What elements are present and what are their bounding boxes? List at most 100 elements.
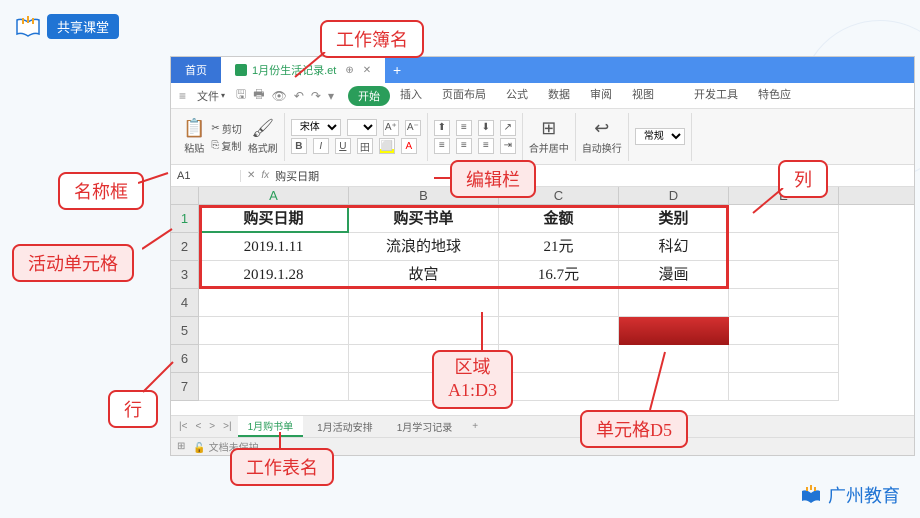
align-top-button[interactable]: ⬆: [434, 120, 450, 136]
redo-icon[interactable]: ↷: [309, 89, 323, 103]
align-right-button[interactable]: ≡: [478, 138, 494, 154]
sheet-nav-next[interactable]: >: [207, 421, 217, 432]
menu-view[interactable]: 视图: [622, 86, 664, 106]
home-tab[interactable]: 首页: [171, 57, 221, 83]
menu-insert[interactable]: 插入: [390, 86, 432, 106]
cell-b3[interactable]: 故宫: [349, 261, 499, 289]
font-color-button[interactable]: A: [401, 138, 417, 154]
number-format-select[interactable]: 常规: [635, 128, 685, 145]
menu-dev[interactable]: 开发工具: [684, 86, 748, 106]
align-bottom-button[interactable]: ⬇: [478, 120, 494, 136]
menu-review[interactable]: 审阅: [580, 86, 622, 106]
menu-start[interactable]: 开始: [348, 86, 390, 106]
cell-e6[interactable]: [729, 345, 839, 373]
decrease-font-button[interactable]: A⁻: [405, 120, 421, 136]
cell-e5[interactable]: [729, 317, 839, 345]
row-header-5[interactable]: 5: [171, 317, 199, 345]
cell-b1[interactable]: 购买书单: [349, 205, 499, 233]
indent-button[interactable]: ⇥: [500, 138, 516, 154]
copy-button[interactable]: ⎘ 复制: [211, 138, 241, 153]
fx-cancel-icon[interactable]: ✕: [247, 170, 255, 181]
underline-button[interactable]: U: [335, 138, 351, 154]
cut-button[interactable]: ✂ 剪切: [211, 121, 241, 136]
paste-button[interactable]: 📋粘贴: [183, 118, 205, 155]
font-name-select[interactable]: 宋体: [291, 119, 341, 136]
cell-c7[interactable]: [499, 373, 619, 401]
font-size-select[interactable]: 1: [347, 119, 377, 136]
cell-a7[interactable]: [199, 373, 349, 401]
status-grid-icon[interactable]: ⊞: [177, 441, 185, 452]
name-box[interactable]: A1: [171, 170, 241, 182]
cell-a2[interactable]: 2019.1.11: [199, 233, 349, 261]
sheet-nav-prev[interactable]: <: [193, 421, 203, 432]
preview-icon[interactable]: 👁: [270, 89, 289, 103]
align-middle-button[interactable]: ≡: [456, 120, 472, 136]
formula-input[interactable]: 购买日期: [275, 168, 319, 184]
menu-special[interactable]: 特色应: [748, 86, 801, 106]
tab-pin-icon[interactable]: ⊕: [345, 65, 353, 76]
cell-a1[interactable]: 购买日期: [199, 205, 349, 233]
fx-icon[interactable]: fx: [261, 170, 269, 181]
tab-close-icon[interactable]: ✕: [363, 65, 371, 76]
cell-c2[interactable]: 21元: [499, 233, 619, 261]
select-all-corner[interactable]: [171, 187, 199, 204]
menu-layout[interactable]: 页面布局: [432, 86, 496, 106]
col-header-d[interactable]: D: [619, 187, 729, 204]
cell-e7[interactable]: [729, 373, 839, 401]
cell-c4[interactable]: [499, 289, 619, 317]
undo-icon[interactable]: ↶: [292, 89, 306, 103]
italic-button[interactable]: I: [313, 138, 329, 154]
cell-d3[interactable]: 漫画: [619, 261, 729, 289]
d5-fill-highlight: [619, 317, 729, 345]
auto-wrap-button[interactable]: ↩自动换行: [582, 118, 622, 155]
add-sheet-button[interactable]: +: [466, 421, 484, 432]
border-button[interactable]: 田: [357, 138, 373, 154]
cell-a6[interactable]: [199, 345, 349, 373]
cell-a5[interactable]: [199, 317, 349, 345]
align-left-button[interactable]: ≡: [434, 138, 450, 154]
align-center-button[interactable]: ≡: [456, 138, 472, 154]
top-logo-label: 共享课堂: [47, 14, 119, 39]
cell-c3[interactable]: 16.7元: [499, 261, 619, 289]
book-icon: [15, 16, 41, 38]
orientation-button[interactable]: ↗: [500, 120, 516, 136]
sheet-nav-last[interactable]: >|: [221, 421, 233, 432]
save-icon[interactable]: 🖫: [234, 85, 248, 106]
toolbar: 📋粘贴 ✂ 剪切 ⎘ 复制 🖌格式刷 宋体 1 A⁺ A⁻ B I U 田 ⬜: [171, 109, 914, 165]
file-menu[interactable]: 文件▾: [191, 88, 231, 104]
row-header-4[interactable]: 4: [171, 289, 199, 317]
menu-formula[interactable]: 公式: [496, 86, 538, 106]
merge-center-button[interactable]: ⊞合并居中: [529, 118, 569, 155]
dropdown-icon[interactable]: ▾: [326, 89, 336, 103]
cell-a4[interactable]: [199, 289, 349, 317]
cell-e4[interactable]: [729, 289, 839, 317]
sheet-nav-first[interactable]: |<: [177, 421, 189, 432]
col-header-a[interactable]: A: [199, 187, 349, 204]
cell-b2[interactable]: 流浪的地球: [349, 233, 499, 261]
cell-d6[interactable]: [619, 345, 729, 373]
cell-c6[interactable]: [499, 345, 619, 373]
sheet-tab-2[interactable]: 1月活动安排: [307, 417, 383, 436]
print-icon[interactable]: 🖶: [251, 85, 266, 106]
cell-c1[interactable]: 金额: [499, 205, 619, 233]
cell-a3[interactable]: 2019.1.28: [199, 261, 349, 289]
fill-color-button[interactable]: ⬜: [379, 138, 395, 154]
cell-e2[interactable]: [729, 233, 839, 261]
cell-e3[interactable]: [729, 261, 839, 289]
add-tab-button[interactable]: +: [385, 62, 409, 78]
cell-d7[interactable]: [619, 373, 729, 401]
sheet-tab-3[interactable]: 1月学习记录: [387, 417, 463, 436]
menu-data[interactable]: 数据: [538, 86, 580, 106]
hamburger-icon[interactable]: ≡: [177, 89, 188, 103]
increase-font-button[interactable]: A⁺: [383, 120, 399, 136]
format-painter-button[interactable]: 🖌格式刷: [248, 118, 278, 155]
cell-d2[interactable]: 科幻: [619, 233, 729, 261]
cells-area[interactable]: 购买日期 购买书单 金额 类别 2019.1.11 流浪的地球 21元 科幻 2…: [199, 205, 839, 401]
cell-d1[interactable]: 类别: [619, 205, 729, 233]
bold-button[interactable]: B: [291, 138, 307, 154]
bottom-logo-label: 广州教育: [828, 482, 900, 508]
menu-security[interactable]: [664, 86, 684, 106]
cell-c5[interactable]: [499, 317, 619, 345]
cell-d4[interactable]: [619, 289, 729, 317]
row-header-3[interactable]: 3: [171, 261, 199, 289]
